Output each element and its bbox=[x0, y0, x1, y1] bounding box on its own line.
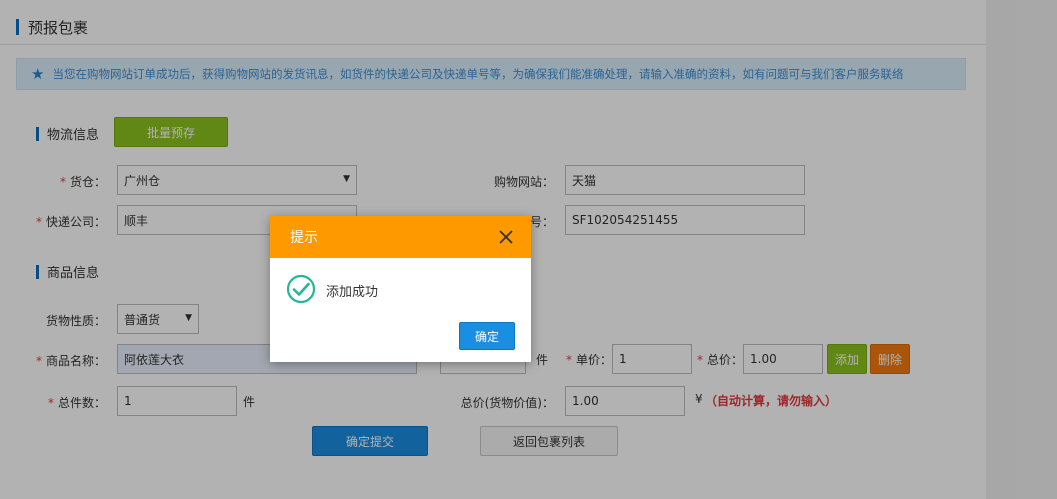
dialog-header: 提示 bbox=[270, 216, 531, 258]
dialog-message: 添加成功 bbox=[326, 285, 379, 300]
dialog-title: 提示 bbox=[290, 230, 318, 246]
dialog-body: 添加成功 bbox=[286, 274, 378, 307]
success-check-icon bbox=[286, 274, 316, 307]
close-icon[interactable] bbox=[497, 228, 515, 246]
success-dialog: 提示 添加成功 确定 bbox=[270, 216, 531, 362]
dialog-confirm-button[interactable]: 确定 bbox=[459, 322, 515, 350]
